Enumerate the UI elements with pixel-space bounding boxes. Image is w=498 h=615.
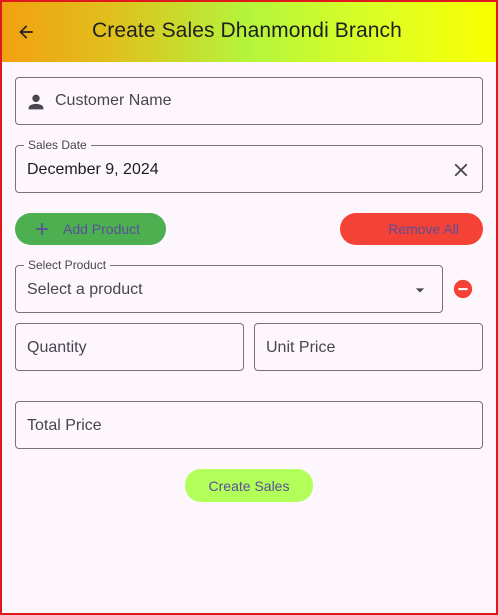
total-price-label: Total Price [27,417,102,434]
app-bar: Create Sales Dhanmondi Branch [0,0,498,62]
add-product-label: Add Product [63,221,141,237]
back-button[interactable] [10,16,42,48]
sales-date-label: Sales Date [24,138,91,152]
create-sales-label: Create Sales [208,477,290,494]
quantity-label: Quantity [27,339,87,356]
remove-all-button[interactable]: Remove All [340,213,483,245]
person-icon [25,91,47,113]
add-icon [32,219,52,239]
select-product-placeholder: Select a product [27,281,143,298]
dropdown-arrow-icon [410,280,430,300]
total-price-field[interactable]: Total Price [15,401,483,449]
arrow-back-icon [16,22,36,42]
customer-name-label: Customer Name [55,92,172,109]
select-product-dropdown[interactable]: Select Product Select a product [15,258,443,313]
unit-price-field[interactable]: Unit Price [254,323,483,371]
sales-date-field[interactable]: Sales Date December 9, 2024 [15,138,483,193]
remove-circle-icon[interactable] [452,278,474,300]
remove-all-label: Remove All [388,221,459,237]
quantity-field[interactable]: Quantity [15,323,244,371]
page-title: Create Sales Dhanmondi Branch [92,19,402,42]
select-product-label: Select Product [24,258,111,272]
customer-name-field[interactable]: Customer Name [15,77,483,125]
close-icon[interactable] [450,159,472,181]
unit-price-label: Unit Price [266,339,336,356]
sales-date-value: December 9, 2024 [27,161,159,178]
add-product-button[interactable]: Add Product [15,213,166,245]
create-sales-button[interactable]: Create Sales [185,469,313,502]
